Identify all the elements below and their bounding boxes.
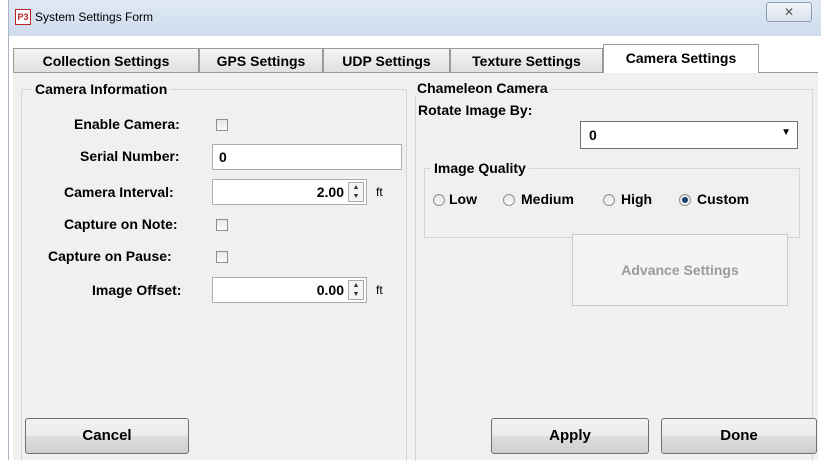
rotate-image-label: Rotate Image By: — [418, 102, 533, 118]
camera-interval-stepper[interactable]: 2.00 ▲ ▼ — [212, 179, 367, 205]
tab-udp-settings[interactable]: UDP Settings — [323, 48, 450, 72]
spin-arrows-icon[interactable]: ▲ ▼ — [348, 280, 364, 300]
capture-on-note-checkbox[interactable] — [216, 219, 228, 231]
advance-settings-button[interactable]: Advance Settings — [572, 234, 788, 306]
radio-custom[interactable] — [679, 194, 691, 206]
image-offset-stepper[interactable]: 0.00 ▲ ▼ — [212, 277, 367, 303]
chameleon-camera-title: Chameleon Camera — [414, 80, 551, 96]
serial-number-input[interactable]: 0 — [212, 144, 402, 170]
image-offset-label: Image Offset: — [92, 282, 182, 298]
done-button[interactable]: Done — [661, 418, 817, 454]
camera-interval-value: 2.00 — [316, 184, 344, 200]
radio-high[interactable] — [603, 194, 615, 206]
camera-interval-label: Camera Interval: — [64, 184, 174, 200]
enable-camera-checkbox[interactable] — [216, 119, 228, 131]
radio-low-label: Low — [449, 191, 477, 207]
enable-camera-label: Enable Camera: — [74, 116, 180, 132]
title-bar: P3 System Settings Form ✕ — [9, 0, 821, 36]
tab-collection-settings[interactable]: Collection Settings — [13, 48, 199, 72]
serial-number-label: Serial Number: — [80, 148, 180, 164]
radio-custom-label: Custom — [697, 191, 750, 207]
cancel-button[interactable]: Cancel — [25, 418, 189, 454]
radio-medium-label: Medium — [521, 191, 574, 207]
app-icon: P3 — [15, 9, 31, 25]
image-quality-group: Image Quality Low Medium High Custom — [424, 160, 800, 238]
chevron-down-icon: ▼ — [781, 127, 791, 138]
radio-low[interactable] — [433, 194, 445, 206]
window-title: System Settings Form — [35, 10, 154, 24]
capture-on-pause-label: Capture on Pause: — [48, 248, 172, 264]
tab-gps-settings[interactable]: GPS Settings — [199, 48, 323, 72]
camera-settings-panel: Camera Information Enable Camera: Serial… — [13, 72, 818, 461]
apply-button[interactable]: Apply — [491, 418, 649, 454]
radio-high-label: High — [621, 191, 653, 207]
close-icon: ✕ — [783, 5, 795, 19]
image-offset-unit: ft — [376, 283, 383, 297]
image-offset-value: 0.00 — [316, 282, 344, 298]
radio-medium[interactable] — [503, 194, 515, 206]
camera-information-group: Camera Information Enable Camera: Serial… — [21, 81, 407, 461]
capture-on-pause-checkbox[interactable] — [216, 251, 228, 263]
camera-interval-unit: ft — [376, 185, 383, 199]
tab-camera-settings[interactable]: Camera Settings — [603, 44, 759, 73]
tab-texture-settings[interactable]: Texture Settings — [450, 48, 603, 72]
system-settings-window: P3 System Settings Form ✕ Collection Set… — [8, 0, 821, 461]
tab-strip: Collection Settings GPS Settings UDP Set… — [13, 44, 818, 73]
rotate-image-select[interactable]: 0 ▼ — [580, 121, 798, 149]
spin-arrows-icon[interactable]: ▲ ▼ — [348, 182, 364, 202]
capture-on-note-label: Capture on Note: — [64, 216, 178, 232]
rotate-image-value: 0 — [589, 127, 597, 143]
image-quality-title: Image Quality — [431, 160, 529, 176]
camera-information-title: Camera Information — [32, 81, 171, 97]
chameleon-camera-group: Chameleon Camera Rotate Image By: 0 ▼ Im… — [414, 80, 813, 461]
close-button[interactable]: ✕ — [766, 2, 812, 22]
